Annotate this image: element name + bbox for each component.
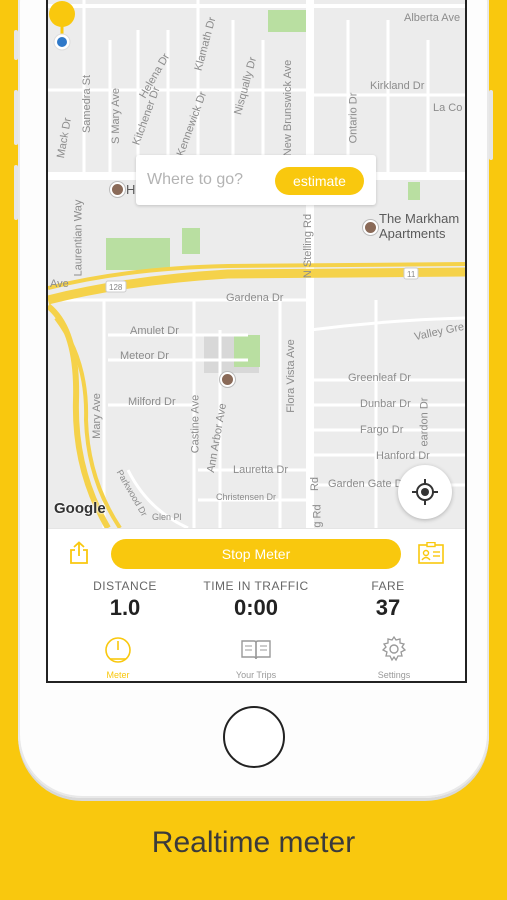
stat-label: FARE [371, 579, 405, 593]
street-label: Ave [50, 278, 69, 290]
poi-marker[interactable] [220, 372, 235, 387]
phone-side-button [14, 90, 18, 145]
tab-settings[interactable]: Settings [344, 635, 444, 680]
poi-label: H [126, 182, 136, 197]
share-icon[interactable] [68, 541, 90, 565]
street-label: Castine Ave [189, 394, 202, 454]
phone-side-button [14, 165, 18, 220]
street-label: Samedra St [81, 74, 94, 134]
street-label: Ontario Dr [347, 92, 360, 144]
current-location-pin-icon [49, 1, 75, 51]
street-label: Greenleaf Dr [348, 372, 411, 384]
street-label: Milford Dr [128, 396, 176, 408]
street-label: g Rd [311, 504, 324, 528]
tab-label: Settings [377, 670, 411, 680]
tab-bar: Meter Your Trips Settings [48, 631, 465, 681]
book-icon [241, 640, 271, 660]
destination-input[interactable]: Where to go? [147, 171, 243, 189]
destination-search[interactable]: Where to go? estimate [136, 155, 376, 205]
app-screen: 128 11 Alberta Ave Helena Dr Klamath Dr … [46, 0, 467, 683]
street-label: Rd [309, 476, 322, 492]
highway-shield-11: 11 [407, 270, 416, 279]
street-label: Dunbar Dr [360, 398, 411, 410]
street-label: Laurentian Way [72, 199, 85, 277]
stat-value: 0:00 [233, 595, 279, 620]
poi-marker[interactable] [110, 182, 125, 197]
stat-value: 1.0 [109, 595, 141, 620]
gear-icon [381, 635, 407, 662]
street-label: Flora Vista Ave [284, 339, 297, 413]
map-view[interactable]: 128 11 Alberta Ave Helena Dr Klamath Dr … [48, 0, 465, 528]
street-label: eardon Dr [418, 397, 431, 447]
tab-label: Your Trips [235, 670, 277, 680]
street-label: Kirkland Dr [370, 80, 425, 92]
id-card-icon[interactable] [418, 542, 444, 564]
traffic-time-stat: TIME IN TRAFFIC 0:00 [196, 579, 316, 621]
street-label: Hanford Dr [376, 450, 430, 462]
tab-label: Meter [106, 670, 130, 680]
meter-panel: Stop Meter DISTANCE 1.0 TIME IN TRAFFIC … [48, 528, 465, 681]
stop-meter-button[interactable]: Stop Meter [111, 539, 401, 569]
street-label: Meteor Dr [120, 350, 169, 362]
street-label: Gardena Dr [226, 292, 284, 304]
street-label: Garden Gate Dr [328, 478, 407, 490]
street-label: Glen Pl [152, 512, 182, 522]
home-button[interactable] [223, 706, 285, 768]
crosshair-icon [412, 479, 438, 505]
street-label: New Brunswick Ave [282, 59, 295, 157]
estimate-button[interactable]: estimate [275, 167, 364, 195]
street-label: Fargo Dr [360, 424, 404, 436]
google-attribution: Google [54, 500, 106, 517]
street-label: S Mary Ave [110, 87, 123, 145]
highway-shield-128: 128 [109, 283, 123, 292]
stat-label: DISTANCE [93, 579, 157, 593]
street-label: Alberta Ave [404, 12, 461, 24]
tab-meter[interactable]: Meter [68, 635, 168, 680]
street-label: Mary Ave [90, 393, 103, 439]
fare-stat: FARE 37 [338, 579, 438, 621]
distance-stat: DISTANCE 1.0 [75, 579, 175, 621]
street-label: N Stelling Rd [302, 213, 315, 279]
street-label: Amulet Dr [130, 325, 179, 337]
phone-side-button [489, 90, 493, 160]
speedometer-icon [105, 637, 131, 663]
street-label: Lauretta Dr [233, 464, 289, 476]
street-label: Christensen Dr [216, 492, 277, 502]
caption-text: Realtime meter [151, 826, 356, 859]
locate-me-button[interactable] [398, 465, 452, 519]
street-label: La Co [433, 102, 463, 114]
poi-label: The Markham Apartments [379, 211, 460, 241]
poi-marker[interactable] [363, 220, 378, 235]
stat-label: TIME IN TRAFFIC [203, 579, 309, 593]
phone-side-button [14, 30, 18, 60]
stat-value: 37 [375, 595, 401, 620]
tab-your-trips[interactable]: Your Trips [206, 635, 306, 680]
